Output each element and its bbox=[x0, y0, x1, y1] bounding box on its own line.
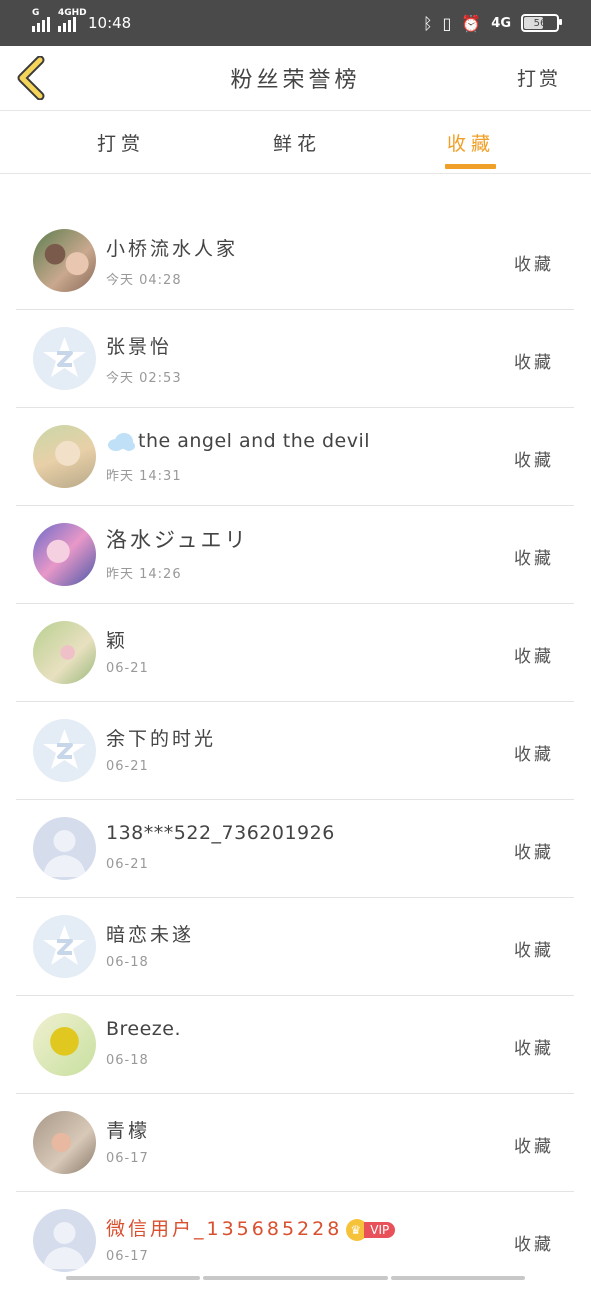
alarm-icon: ⏰ bbox=[461, 13, 482, 33]
tab-bar: 打赏 鲜花 收藏 bbox=[0, 111, 591, 174]
list-item[interactable]: 余下的时光 06-21 收藏 bbox=[16, 702, 574, 800]
user-name: 颖 bbox=[106, 630, 129, 652]
signal-icon-2: 4GHD bbox=[58, 8, 87, 32]
timestamp: 06-21 bbox=[106, 759, 149, 774]
user-name: 小桥流水人家 bbox=[106, 238, 239, 260]
person-icon bbox=[43, 1222, 86, 1269]
user-name: 微信用户_135685228 bbox=[106, 1218, 343, 1240]
bluetooth-icon: ᛒ bbox=[422, 13, 433, 33]
status-bar: G 4GHD 10:48 ᛒ ▯ ⏰ 4G 56 bbox=[0, 0, 591, 46]
user-name: 余下的时光 bbox=[106, 728, 217, 750]
timestamp: 今天 02:53 bbox=[106, 371, 182, 386]
user-name-wrapper: the angel and the devil bbox=[106, 430, 370, 452]
tab-favorites[interactable]: 收藏 bbox=[447, 129, 495, 156]
avatar bbox=[33, 425, 96, 488]
tab-reward[interactable]: 打赏 bbox=[97, 129, 145, 156]
qzone-default-avatar bbox=[33, 719, 96, 782]
battery-level: 56 bbox=[533, 17, 547, 29]
favorite-label: 收藏 bbox=[514, 843, 554, 863]
list-item[interactable]: 小桥流水人家 今天 04:28 收藏 bbox=[16, 212, 574, 310]
timestamp: 06-17 bbox=[106, 1249, 149, 1264]
user-name: the angel and the devil bbox=[138, 430, 371, 452]
vip-badge: VIP bbox=[364, 1221, 396, 1238]
list-item[interactable]: 暗恋未遂 06-18 收藏 bbox=[16, 898, 574, 996]
list-item[interactable]: the angel and the devil 昨天 14:31 收藏 bbox=[16, 408, 574, 506]
favorite-label: 收藏 bbox=[514, 647, 554, 667]
scroll-indicator bbox=[391, 1276, 525, 1280]
avatar bbox=[33, 621, 96, 684]
battery-icon: 56 bbox=[521, 14, 562, 32]
list-item[interactable]: 微信用户_135685228 ♛ VIP 06-17 收藏 bbox=[16, 1192, 574, 1289]
qzone-star-icon bbox=[43, 925, 86, 965]
active-tab-indicator bbox=[445, 164, 496, 169]
user-name-wrapper: 微信用户_135685228 ♛ VIP bbox=[106, 1214, 396, 1241]
user-name: Breeze. bbox=[106, 1018, 182, 1040]
timestamp: 06-18 bbox=[106, 1053, 149, 1068]
avatar bbox=[33, 1013, 96, 1076]
clock: 10:48 bbox=[88, 14, 132, 32]
list-item[interactable]: Breeze. 06-18 收藏 bbox=[16, 996, 574, 1094]
signal-label: G bbox=[32, 8, 40, 18]
page-title: 粉丝荣誉榜 bbox=[230, 68, 361, 93]
scroll-indicator bbox=[66, 1276, 200, 1280]
list-item[interactable]: 青檬 06-17 收藏 bbox=[16, 1094, 574, 1192]
user-name: 暗恋未遂 bbox=[106, 924, 195, 946]
list-item[interactable]: 张景怡 今天 02:53 收藏 bbox=[16, 310, 574, 408]
person-icon bbox=[43, 830, 86, 877]
list-item[interactable]: 颖 06-21 收藏 bbox=[16, 604, 574, 702]
avatar bbox=[33, 229, 96, 292]
tab-flowers[interactable]: 鲜花 bbox=[273, 129, 321, 156]
timestamp: 昨天 14:31 bbox=[106, 469, 182, 484]
user-name: 洛水ジュエリ bbox=[106, 528, 249, 552]
timestamp: 昨天 14:26 bbox=[106, 567, 182, 582]
timestamp: 06-21 bbox=[106, 857, 149, 872]
timestamp: 06-17 bbox=[106, 1151, 149, 1166]
network-type: 4G bbox=[491, 15, 511, 31]
user-name: 张景怡 bbox=[106, 336, 173, 358]
list-item[interactable]: 138***522_736201926 06-21 收藏 bbox=[16, 800, 574, 898]
favorite-label: 收藏 bbox=[514, 451, 554, 471]
qzone-star-icon bbox=[43, 337, 86, 377]
cloud-icon bbox=[108, 432, 135, 451]
fan-list: 小桥流水人家 今天 04:28 收藏 张景怡 今天 02:53 收藏 the a… bbox=[16, 212, 574, 1289]
reward-button[interactable]: 打赏 bbox=[517, 64, 561, 91]
qzone-default-avatar bbox=[33, 915, 96, 978]
avatar bbox=[33, 1111, 96, 1174]
favorite-label: 收藏 bbox=[514, 941, 554, 961]
avatar bbox=[33, 523, 96, 586]
qzone-star-icon bbox=[43, 729, 86, 769]
favorite-label: 收藏 bbox=[514, 549, 554, 569]
timestamp: 今天 04:28 bbox=[106, 273, 182, 288]
timestamp: 06-18 bbox=[106, 955, 149, 970]
list-item[interactable]: 洛水ジュエリ 昨天 14:26 收藏 bbox=[16, 506, 574, 604]
user-name: 138***522_736201926 bbox=[106, 822, 335, 844]
favorite-label: 收藏 bbox=[514, 353, 554, 373]
favorite-label: 收藏 bbox=[514, 1137, 554, 1157]
favorite-label: 收藏 bbox=[514, 745, 554, 765]
user-name: 青檬 bbox=[106, 1120, 151, 1142]
header: 粉丝荣誉榜 打赏 bbox=[0, 46, 591, 111]
vibrate-icon: ▯ bbox=[442, 13, 452, 33]
person-default-avatar bbox=[33, 1209, 96, 1272]
signal-icon: G bbox=[32, 8, 50, 32]
signal-label-2: 4GHD bbox=[58, 8, 87, 18]
favorite-label: 收藏 bbox=[514, 1235, 554, 1255]
qzone-default-avatar bbox=[33, 327, 96, 390]
favorite-label: 收藏 bbox=[514, 1039, 554, 1059]
person-default-avatar bbox=[33, 817, 96, 880]
favorite-label: 收藏 bbox=[514, 255, 554, 275]
scroll-indicator bbox=[203, 1276, 388, 1280]
timestamp: 06-21 bbox=[106, 661, 149, 676]
